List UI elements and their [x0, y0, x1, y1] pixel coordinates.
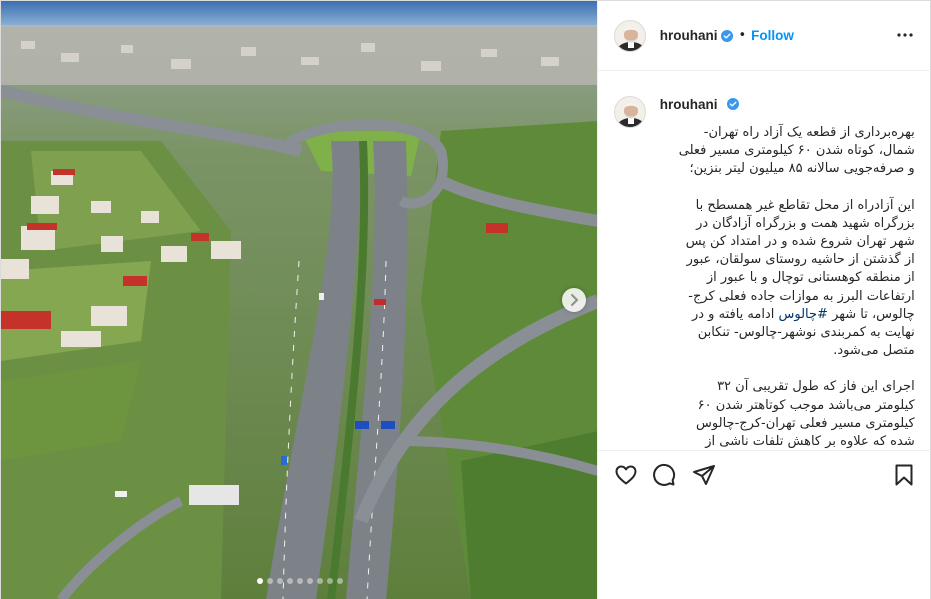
- caption-text: بهره‌برداری از قطعه یک آزاد راه تهران- ش…: [677, 124, 915, 450]
- avatar[interactable]: [613, 19, 646, 52]
- action-bar: [597, 450, 931, 498]
- carousel-next-button[interactable]: [562, 288, 586, 312]
- more-horizontal-icon[interactable]: [895, 25, 915, 45]
- caption-avatar[interactable]: [613, 96, 646, 128]
- carousel-dot: [286, 578, 293, 584]
- carousel-dot: [276, 578, 283, 584]
- carousel-indicator: [1, 578, 597, 584]
- highway-aerial-photo: [1, 1, 597, 599]
- avatar-portrait: [614, 20, 645, 51]
- share-icon[interactable]: [692, 463, 716, 487]
- heart-icon[interactable]: [614, 463, 638, 487]
- hashtag-link[interactable]: #چالوس: [779, 307, 828, 322]
- comment-icon[interactable]: [652, 463, 676, 487]
- username-link[interactable]: hrouhani: [660, 28, 718, 43]
- carousel-dot: [296, 578, 303, 584]
- carousel-dot: [316, 578, 323, 584]
- carousel-dot: [256, 578, 263, 584]
- follow-button[interactable]: Follow: [751, 28, 794, 43]
- caption-username-row: hrouhani: [660, 94, 739, 113]
- carousel-dot: [326, 578, 333, 584]
- verified-badge-icon: [721, 29, 734, 42]
- instagram-post: hrouhani • Follow: [0, 0, 931, 599]
- verified-badge-icon: [726, 98, 739, 110]
- separator-dot: •: [738, 28, 747, 43]
- caption-paragraph: بهره‌برداری از قطعه یک آزاد راه تهران- ش…: [678, 125, 915, 177]
- caption-username-link[interactable]: hrouhani: [660, 97, 718, 112]
- avatar-portrait: [614, 97, 645, 127]
- post-photo[interactable]: [1, 1, 597, 599]
- caption-header: hrouhani: [613, 90, 915, 128]
- bookmark-icon[interactable]: [892, 463, 916, 487]
- caption-paragraph: اجرای این فاز که طول تقریبی آن ۳۲ کیلومت…: [696, 379, 915, 450]
- carousel-dot: [306, 578, 313, 584]
- post-header: hrouhani • Follow: [597, 1, 931, 71]
- caption-scroll-area[interactable]: hrouhani بهره‌برداری از قطعه یک آزاد راه…: [598, 72, 931, 450]
- post-side-panel: hrouhani • Follow: [596, 1, 931, 599]
- chevron-right-icon: [571, 294, 578, 306]
- carousel-dot: [266, 578, 273, 584]
- caption-paragraph-part: این آزادراه از محل تقاطع غیر همسطح با بز…: [685, 197, 915, 322]
- caption-paragraph: این آزادراه از محل تقاطع غیر همسطح با بز…: [677, 197, 915, 361]
- carousel-dot: [336, 578, 343, 584]
